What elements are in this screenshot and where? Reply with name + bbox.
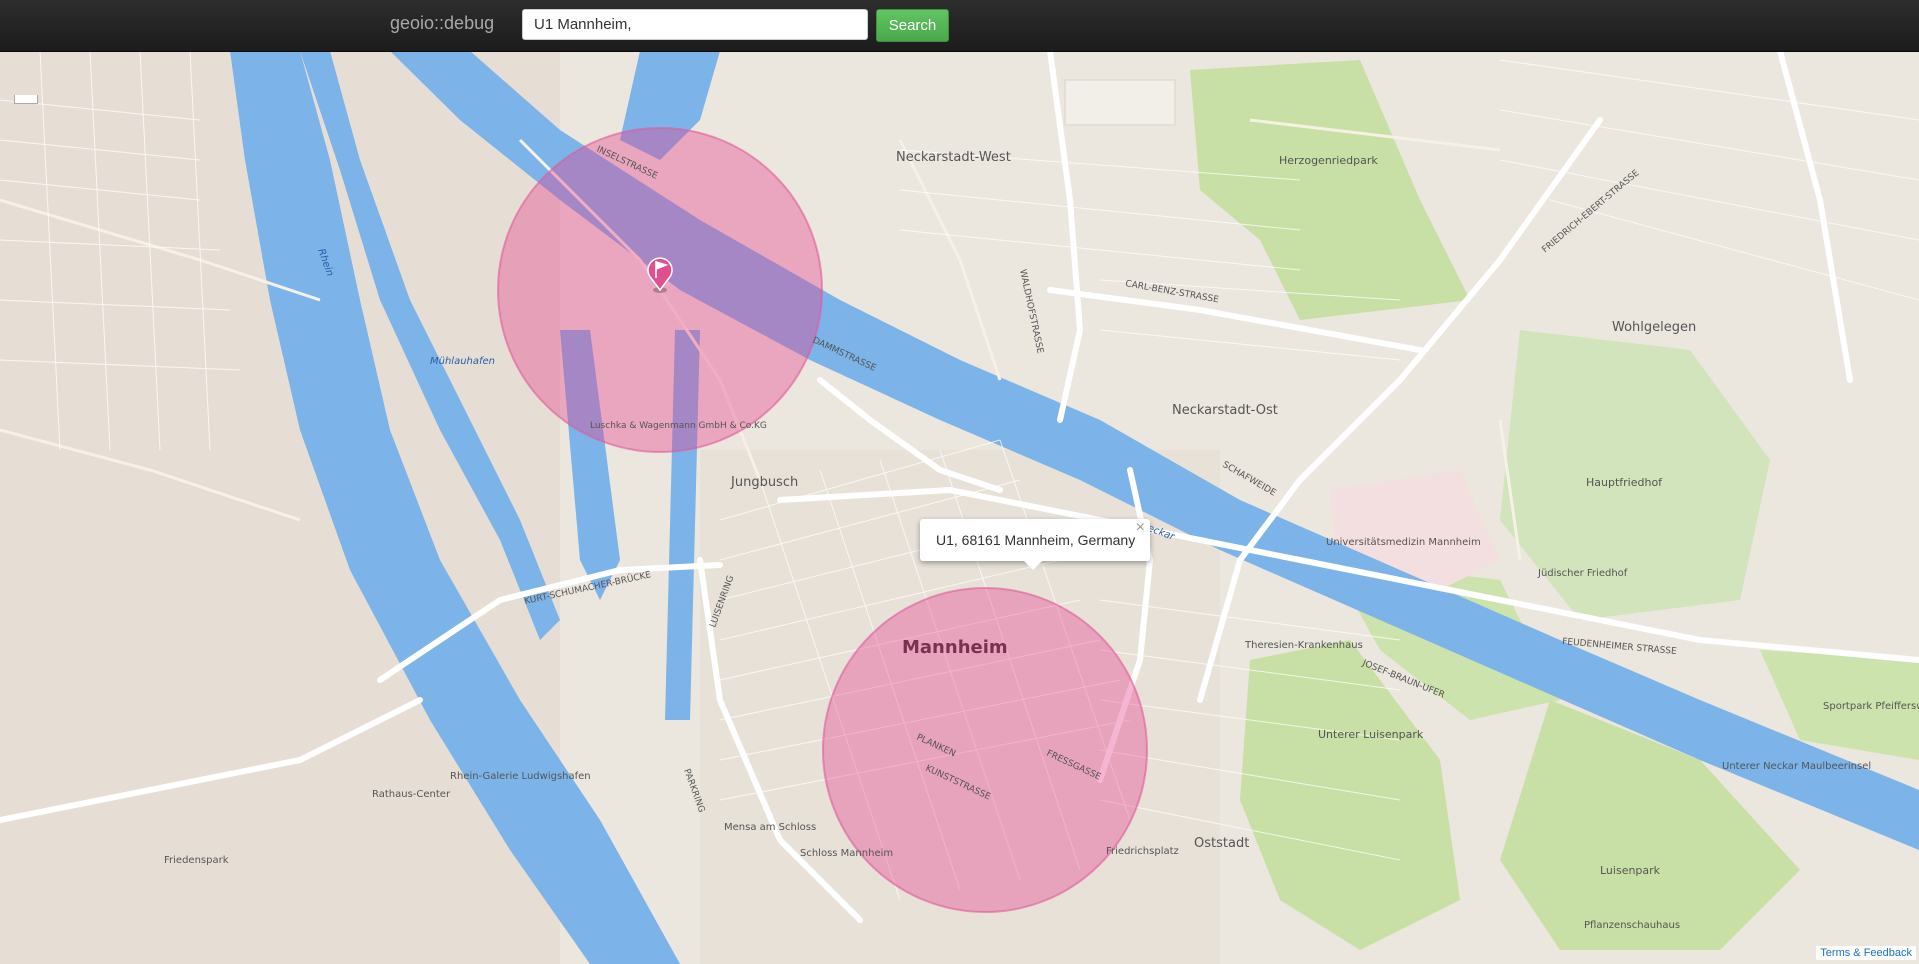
popup-address: U1, 68161 Mannheim, Germany <box>936 532 1136 548</box>
label-neckarstadt-ost: Neckarstadt-Ost <box>1172 403 1278 418</box>
label-juedischer-friedhof: Jüdischer Friedhof <box>1537 568 1628 579</box>
label-mensa: Mensa am Schloss <box>724 822 816 833</box>
label-luisenpark: Luisenpark <box>1600 864 1661 877</box>
terms-feedback-link[interactable]: Terms & Feedback <box>1816 946 1916 960</box>
map-canvas[interactable]: Mannheim Neckarstadt-West Neckarstadt-Os… <box>0 51 1919 964</box>
map-tiles[interactable]: Mannheim Neckarstadt-West Neckarstadt-Os… <box>0 51 1919 964</box>
label-muehlauhafen: Mühlauhafen <box>430 356 495 367</box>
search-button[interactable]: Search <box>876 9 949 42</box>
label-rhein-galerie: Rhein-Galerie Ludwigshafen <box>450 771 591 782</box>
app-brand[interactable]: geoio::debug <box>390 13 494 34</box>
label-jungbusch: Jungbusch <box>730 475 798 490</box>
label-theresien: Theresien-Krankenhaus <box>1244 640 1363 651</box>
label-rathaus-center: Rathaus-Center <box>372 789 451 800</box>
label-oststadt: Oststadt <box>1194 836 1249 851</box>
label-wohlgelegen: Wohlgelegen <box>1612 320 1696 335</box>
popup-close-icon[interactable]: × <box>1136 519 1145 537</box>
label-mannheim: Mannheim <box>902 637 1008 658</box>
label-sportpark: Sportpark Pfeifferswörth <box>1823 701 1919 712</box>
zoom-control[interactable] <box>14 95 38 104</box>
info-popup: U1, 68161 Mannheim, Germany × <box>920 519 1150 570</box>
label-schloss: Schloss Mannheim <box>800 848 893 859</box>
label-pflanzenschauhaus: Pflanzenschauhaus <box>1584 920 1680 931</box>
label-neckarstadt-west: Neckarstadt-West <box>896 150 1011 165</box>
label-friedenspark: Friedenspark <box>164 855 229 866</box>
label-universitaetsmedizin: Universitätsmedizin Mannheim <box>1326 537 1481 548</box>
label-friedrichsplatz: Friedrichsplatz <box>1106 846 1179 857</box>
label-unterer-neckar: Unterer Neckar Maulbeerinsel <box>1722 761 1871 772</box>
search-input[interactable] <box>522 9 868 40</box>
popup-tip <box>1024 561 1042 570</box>
label-herzogenriedpark: Herzogenriedpark <box>1279 154 1378 167</box>
label-unterer-luisenpark: Unterer Luisenpark <box>1318 728 1424 741</box>
label-hauptfriedhof: Hauptfriedhof <box>1586 476 1663 489</box>
label-luschka: Luschka & Wagenmann GmbH & Co.KG <box>590 421 767 431</box>
top-navbar: geoio::debug Search <box>0 0 1919 52</box>
